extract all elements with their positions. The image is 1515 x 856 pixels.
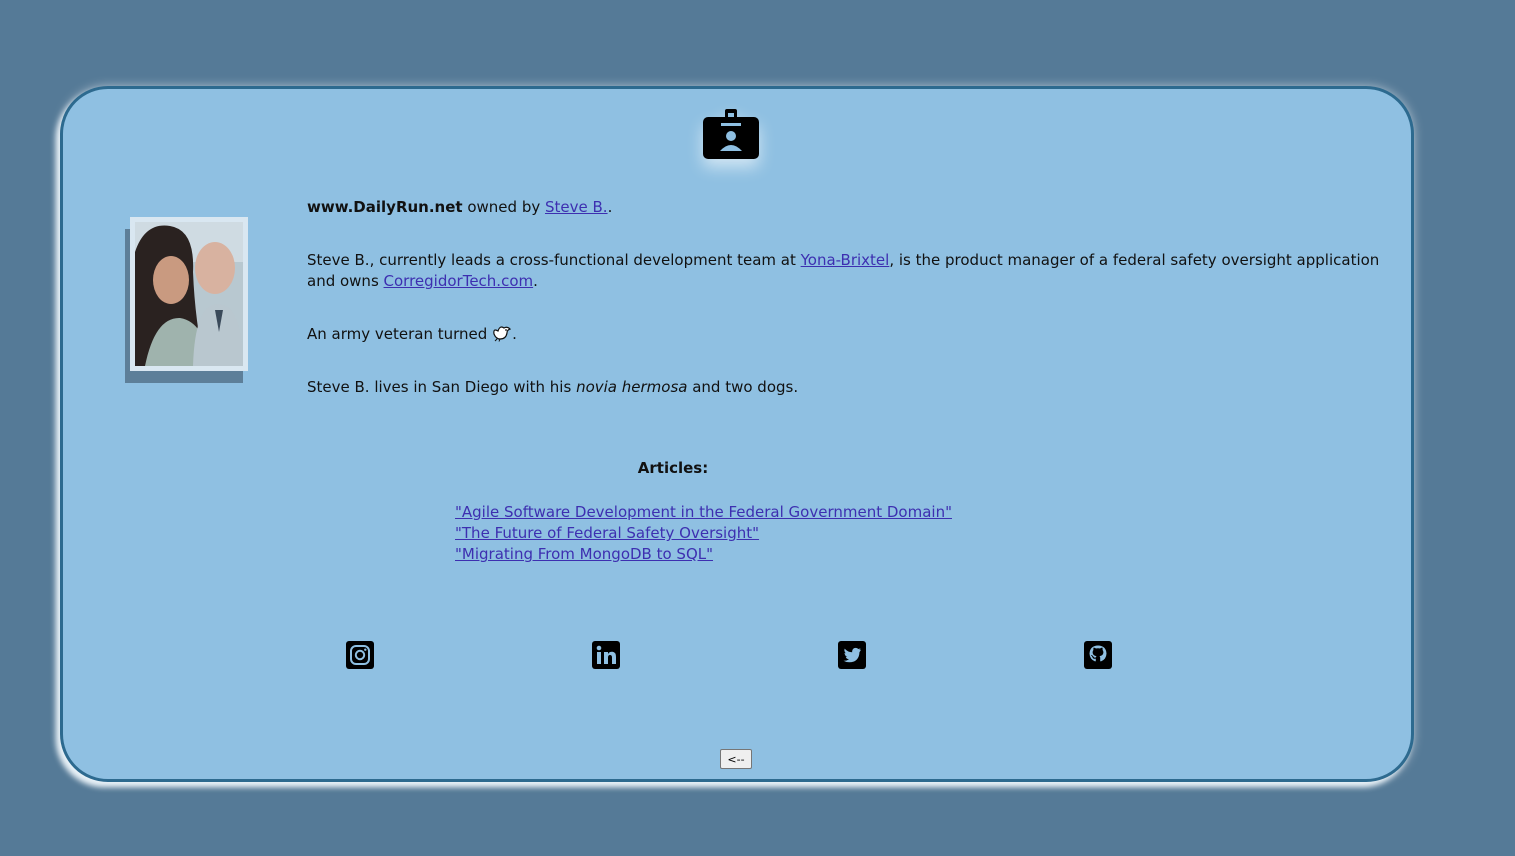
articles-list: "Agile Software Development in the Feder… [455,502,952,565]
company-link[interactable]: Yona-Brixtel [801,251,890,269]
dove-icon [493,326,512,342]
bio-paragraph: Steve B., currently leads a cross-functi… [307,251,1380,290]
article-link-agile[interactable]: "Agile Software Development in the Feder… [455,502,952,523]
corregidor-link[interactable]: CorregidorTech.com [384,272,534,290]
about-section: www.DailyRun.net owned by Steve B.. Stev… [307,197,1387,430]
github-icon[interactable] [1084,641,1112,669]
article-link-future[interactable]: "The Future of Federal Safety Oversight" [455,523,952,544]
instagram-icon[interactable] [346,641,374,669]
profile-photo [125,217,248,383]
article-link-mongodb[interactable]: "Migrating From MongoDB to SQL" [455,544,952,565]
home-paragraph: Steve B. lives in San Diego with his nov… [307,378,799,396]
profile-card: www.DailyRun.net owned by Steve B.. Stev… [60,86,1414,782]
id-badge-icon [703,109,759,159]
linkedin-icon[interactable] [592,641,620,669]
back-button[interactable]: <-- [720,749,752,769]
veteran-paragraph: An army veteran turned . [307,325,517,343]
twitter-icon[interactable] [838,641,866,669]
owner-link[interactable]: Steve B. [545,198,608,216]
articles-heading: Articles: [637,459,709,477]
site-name: www.DailyRun.net [307,198,463,216]
ownership-paragraph: www.DailyRun.net owned by Steve B.. [307,198,613,216]
